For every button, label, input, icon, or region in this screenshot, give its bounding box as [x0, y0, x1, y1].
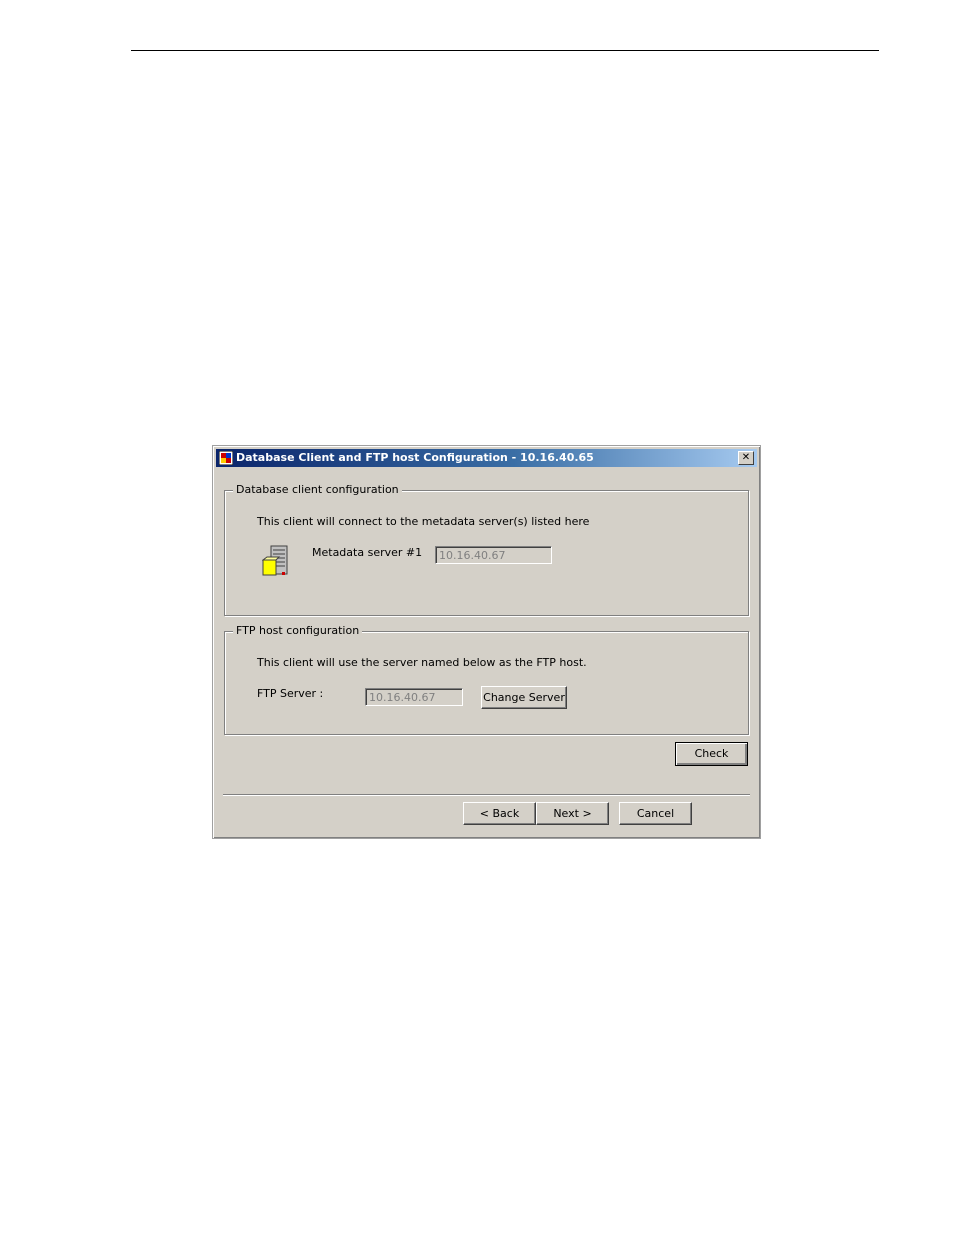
server-icon: [262, 545, 288, 576]
ftp-server-field[interactable]: 10.16.40.67: [365, 688, 463, 706]
title-bar[interactable]: Database Client and FTP host Configurati…: [216, 449, 757, 467]
database-client-legend: Database client configuration: [233, 483, 402, 496]
back-button[interactable]: < Back: [463, 802, 536, 825]
dialog-title: Database Client and FTP host Configurati…: [236, 451, 594, 464]
change-server-button[interactable]: Change Server: [481, 686, 567, 709]
ftp-host-legend: FTP host configuration: [233, 624, 363, 637]
close-button[interactable]: ✕: [738, 451, 754, 465]
next-button[interactable]: Next >: [536, 802, 609, 825]
ftp-host-group: FTP host configuration: [224, 624, 749, 735]
metadata-server-label: Metadata server #1: [312, 546, 423, 559]
app-icon: [219, 451, 233, 465]
database-client-description: This client will connect to the metadata…: [257, 515, 590, 528]
config-dialog: Database Client and FTP host Configurati…: [212, 445, 761, 839]
check-button[interactable]: Check: [675, 742, 748, 766]
ftp-host-description: This client will use the server named be…: [257, 656, 587, 669]
page-header-rule: [131, 50, 879, 51]
ftp-server-label: FTP Server :: [257, 687, 324, 700]
metadata-server-field[interactable]: 10.16.40.67: [435, 546, 552, 564]
dialog-separator: [223, 794, 750, 796]
cancel-button[interactable]: Cancel: [619, 802, 692, 825]
close-icon: ✕: [741, 452, 751, 463]
